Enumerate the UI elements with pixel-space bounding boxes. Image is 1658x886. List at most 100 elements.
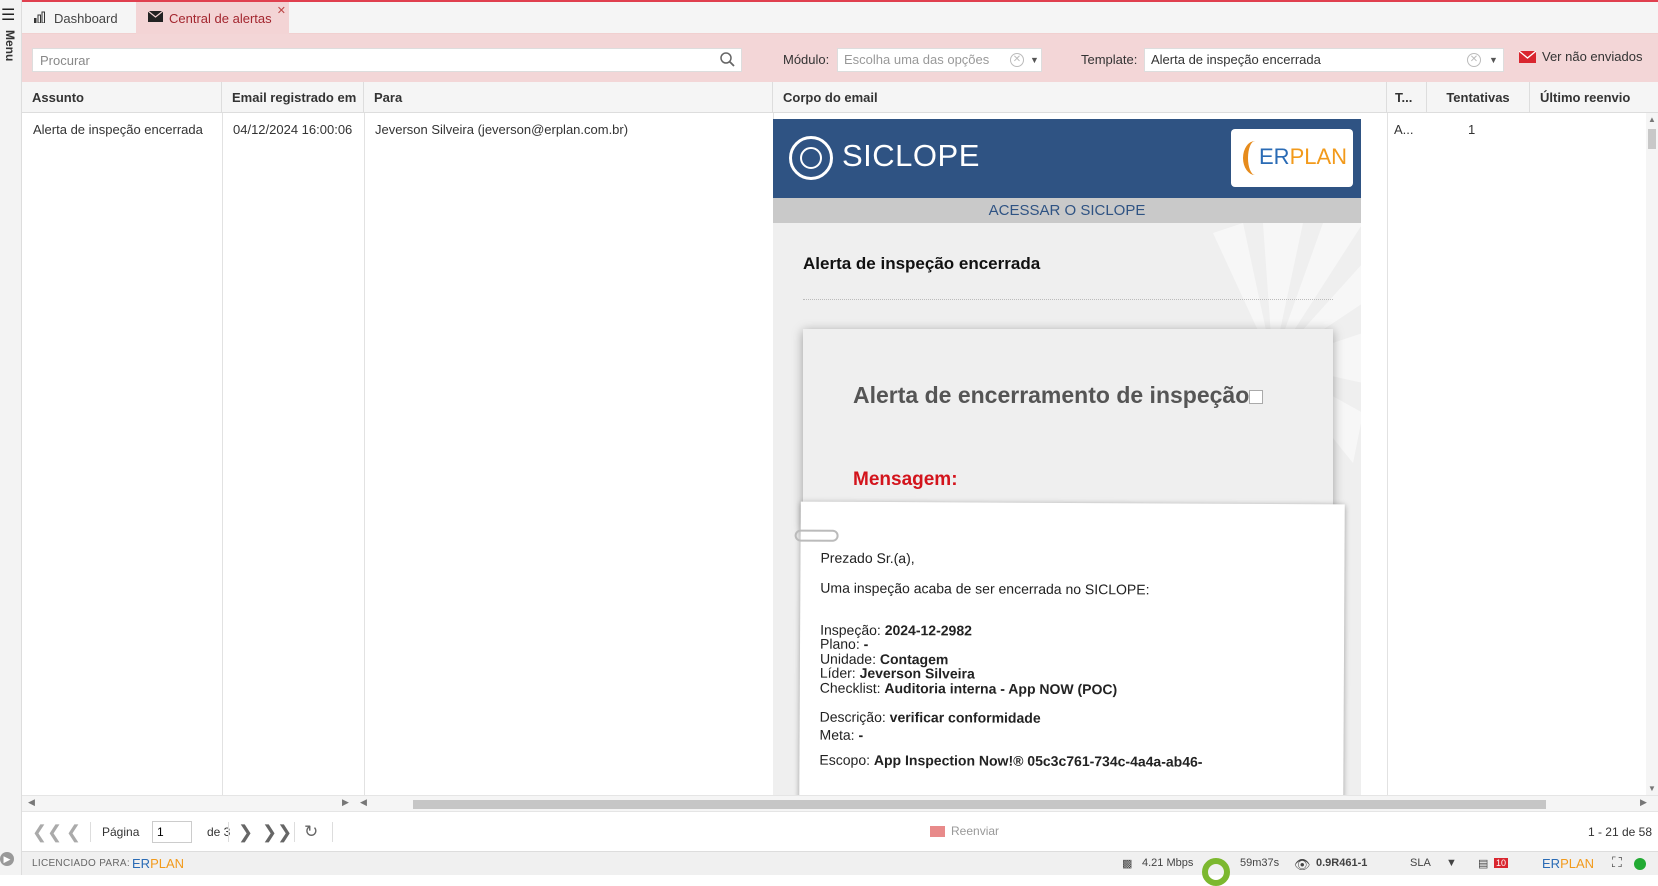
field-escopo: Escopo: App Inspection Now!® 05c3c761-73… (819, 751, 1203, 770)
scroll-right-icon[interactable]: ▶ (1640, 797, 1647, 808)
intro: Uma inspeção acaba de ser encerrada no S… (820, 579, 1150, 598)
collapse-arrow-icon[interactable]: ▶ (0, 852, 14, 866)
tab-dashboard[interactable]: Dashboard (22, 2, 129, 34)
sla-label[interactable]: SLA (1410, 857, 1431, 869)
horizontal-scrollbar[interactable]: ◀ ▶ ◀ ▶ (22, 795, 1658, 811)
modulo-placeholder: Escolha uma das opções (844, 52, 990, 67)
licensed-label: LICENCIADO PARA: (32, 858, 130, 869)
paperclip-icon (794, 529, 839, 542)
column-header-para[interactable]: Para (364, 82, 773, 113)
notifications-icon[interactable]: ▤ (1478, 857, 1488, 870)
divider (803, 299, 1333, 300)
column-header-tipo[interactable]: T... (1387, 82, 1427, 113)
refresh-icon[interactable]: ↻ (304, 822, 318, 842)
siclope-logo-icon (789, 136, 833, 180)
close-tab-icon[interactable]: ✕ (277, 4, 286, 17)
chevron-down-icon[interactable]: ▼ (1030, 49, 1039, 71)
separator (332, 822, 333, 842)
last-page-icon[interactable]: ❯❯ (262, 822, 292, 843)
column-header-corpo[interactable]: Corpo do email (773, 82, 1387, 113)
card-title: Alerta de encerramento de inspeção (853, 382, 1264, 409)
erplan-logo: ERPLAN (1231, 129, 1353, 187)
scroll-left-icon[interactable]: ◀ (28, 797, 35, 808)
scroll-right-icon[interactable]: ▶ (342, 797, 349, 808)
bar-chart-icon (34, 11, 48, 26)
cell-tipo[interactable]: A... (1394, 122, 1414, 137)
session-timer: 59m37s (1240, 857, 1280, 869)
chevron-down-icon[interactable]: ▼ (1489, 49, 1498, 71)
field-meta: Meta: - (819, 726, 864, 743)
modulo-select[interactable]: Escolha uma das opções ✕ ▼ (837, 48, 1042, 72)
eye-icon: 👁 (1294, 857, 1311, 872)
filter-bar: Módulo: Escolha uma das opções ✕ ▼ Templ… (22, 34, 1658, 82)
column-header-tentativas[interactable]: Tentativas (1427, 82, 1530, 113)
page-total: de 3 (207, 825, 231, 839)
chevron-down-icon[interactable]: ▼ (1446, 857, 1457, 869)
search-input[interactable] (33, 49, 693, 71)
horizontal-scroll-thumb[interactable] (413, 800, 1546, 809)
first-page-icon[interactable]: ❮❮ (32, 822, 62, 843)
tab-dashboard-label: Dashboard (54, 10, 118, 26)
field-plano: Plano: - (820, 635, 869, 652)
clear-icon[interactable]: ✕ (1467, 53, 1481, 67)
grid-body: Alerta de inspeção encerrada 04/12/2024 … (22, 113, 1658, 795)
session-timer-icon (1202, 858, 1230, 886)
hamburger-icon[interactable]: ☰ (1, 8, 15, 24)
vertical-scrollbar[interactable]: ▲ ▼ (1646, 113, 1658, 795)
vertical-scroll-thumb[interactable] (1648, 129, 1656, 149)
erplan-footer-logo: ERPLAN (1542, 856, 1595, 871)
message-heading: Mensagem: (853, 469, 958, 490)
left-rail: ☰ Menu ▶ (0, 0, 22, 875)
tab-central-label: Central de alertas (169, 10, 272, 26)
network-speed: 4.21 Mbps (1142, 857, 1194, 869)
column-header-email-registrado[interactable]: Email registrado em (222, 82, 364, 113)
notification-badge: 10 (1494, 858, 1509, 868)
erplan-status-logo: ERPLAN (132, 856, 185, 871)
pager: ❮❮ ❮ Página de 3 ❯ ❯❯ ↻ Reenviar 1 - 21 … (22, 811, 1658, 851)
template-value: Alerta de inspeção encerrada (1151, 52, 1321, 67)
tab-bar: Dashboard Central de alertas ✕ (22, 2, 1658, 34)
clear-icon[interactable]: ✕ (1010, 53, 1024, 67)
scroll-left-icon[interactable]: ◀ (360, 797, 367, 808)
template-select[interactable]: Alerta de inspeção encerrada ✕ ▼ (1144, 48, 1504, 72)
erplan-logo-er: ER (1259, 144, 1290, 169)
column-header-ultimo-reenvio[interactable]: Último reenvio (1530, 82, 1658, 113)
cell-assunto[interactable]: Alerta de inspeção encerrada (33, 122, 203, 137)
next-page-icon[interactable]: ❯ (238, 822, 253, 843)
acessar-siclope-link[interactable]: ACESSAR O SICLOPE (773, 198, 1361, 223)
reenviar-button[interactable]: Reenviar (930, 824, 999, 838)
prev-page-icon[interactable]: ❮ (66, 822, 81, 843)
column-header-assunto[interactable]: Assunto (22, 82, 222, 113)
cell-tentativas[interactable]: 1 (1468, 122, 1475, 137)
connection-status-icon (1634, 858, 1646, 870)
broken-image-icon (1249, 389, 1264, 404)
page-label: Página (102, 825, 140, 839)
greeting: Prezado Sr.(a), (820, 549, 915, 567)
tab-central-de-alertas[interactable]: Central de alertas ✕ (136, 2, 289, 34)
email-preview: SICLOPE ERPLAN ACESSAR O SICLOPE Alerta … (773, 119, 1361, 795)
record-count: 1 - 21 de 58 (1587, 825, 1652, 839)
modulo-label: Módulo: (783, 52, 830, 67)
page-input[interactable] (152, 821, 192, 843)
envelope-red-icon (1519, 50, 1536, 63)
reenviar-label: Reenviar (951, 824, 1000, 838)
email-header: SICLOPE ERPLAN (773, 119, 1361, 198)
search-box (32, 48, 742, 72)
cell-registrado[interactable]: 04/12/2024 16:00:06 (233, 122, 352, 137)
column-divider (1387, 113, 1388, 795)
version: 0.9R461-1 (1316, 857, 1368, 869)
column-divider (364, 113, 365, 795)
menu-label[interactable]: Menu (3, 30, 17, 61)
ver-nao-enviados-button[interactable]: Ver não enviados (1519, 49, 1642, 64)
scroll-up-icon[interactable]: ▲ (1648, 115, 1656, 124)
fullscreen-icon[interactable]: ⛶ (1612, 854, 1622, 871)
siclope-brand: SICLOPE (842, 138, 980, 173)
search-icon[interactable] (720, 52, 735, 70)
scroll-down-icon[interactable]: ▼ (1648, 784, 1656, 793)
network-icon: ▩ (1122, 858, 1133, 870)
field-descricao: Descrição: verificar conformidade (819, 708, 1041, 726)
envelope-icon (930, 825, 945, 837)
cell-para[interactable]: Jeverson Silveira (jeverson@erplan.com.b… (375, 122, 628, 137)
erplan-logo-plan: PLAN (1289, 144, 1348, 169)
separator (228, 822, 229, 842)
